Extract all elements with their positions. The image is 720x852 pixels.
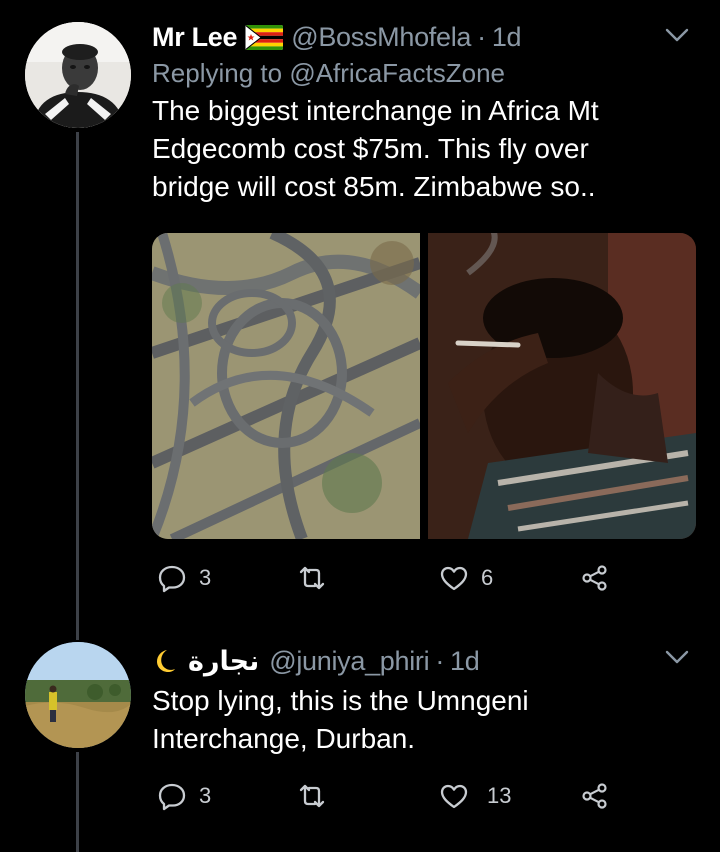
chevron-down-icon[interactable] [664,644,690,670]
share-icon [582,783,607,809]
share-icon [582,565,607,591]
retweet-icon [299,784,325,808]
tweet-text-line: Stop lying, this is the Umngeni [152,685,529,716]
user-handle[interactable]: @juniya_phiri [269,644,429,678]
like-button[interactable]: 6 [439,558,493,598]
tweet-text-line: Edgecomb cost $75m. This fly over [152,133,589,164]
reply-button[interactable]: 3 [157,776,211,816]
tweet-text: The biggest interchange in Africa Mt Edg… [152,92,672,206]
tweet-text-line: The biggest interchange in Africa Mt [152,95,599,126]
reply-count: 3 [199,783,212,808]
timeline: Mr Lee @BossMhofela · 1d Replying to @Af… [0,0,720,852]
heart-icon [440,784,468,809]
replying-prefix: Replying to [152,58,283,88]
timestamp[interactable]: 1d [450,644,480,678]
tweet-actions: 3 6 [152,558,622,598]
tweet-text: Stop lying, this is the Umngeni Intercha… [152,682,672,758]
like-count: 13 [487,783,512,808]
chevron-down-icon[interactable] [664,22,690,48]
display-name[interactable]: نجارة [188,644,260,678]
reply-button[interactable]: 3 [157,558,211,598]
tweet-text-line: Interchange, Durban. [152,723,416,754]
reply-icon [158,565,186,593]
tweet-header: Mr Lee @BossMhofela · 1d [152,20,680,54]
retweet-button[interactable] [297,558,339,598]
facepalm-photo[interactable] [428,233,696,539]
user-handle[interactable]: @BossMhofela [291,20,471,54]
tweet[interactable]: نجارة @juniya_phiri · 1d Stop lying, thi… [0,630,720,852]
like-button[interactable]: 13 [439,776,511,816]
reply-icon [158,783,186,811]
replying-mention[interactable]: @AfricaFactsZone [289,58,505,88]
share-button[interactable] [580,558,610,598]
separator-dot: · [477,22,486,52]
avatar[interactable] [25,22,131,128]
retweet-button[interactable] [297,776,339,816]
crescent-moon-icon [152,648,178,674]
avatar[interactable] [25,642,131,748]
interchange-photo[interactable] [152,233,420,539]
media-grid[interactable] [152,233,696,539]
tweet[interactable]: Mr Lee @BossMhofela · 1d Replying to @Af… [0,0,720,620]
like-count: 6 [481,565,494,590]
reply-count: 3 [199,565,212,590]
retweet-icon [299,566,325,590]
tweet-header: نجارة @juniya_phiri · 1d [152,644,680,678]
zimbabwe-flag-icon [245,24,284,50]
timestamp[interactable]: 1d [492,20,522,54]
tweet-actions: 3 13 [152,776,622,816]
separator-dot: · [435,646,445,676]
tweet-text-line: bridge will cost 85m. Zimbabwe so.. [152,171,596,202]
heart-icon [440,566,468,591]
share-button[interactable] [580,776,610,816]
display-name[interactable]: Mr Lee [152,20,238,54]
replying-to: Replying to @AfricaFactsZone [152,56,680,90]
